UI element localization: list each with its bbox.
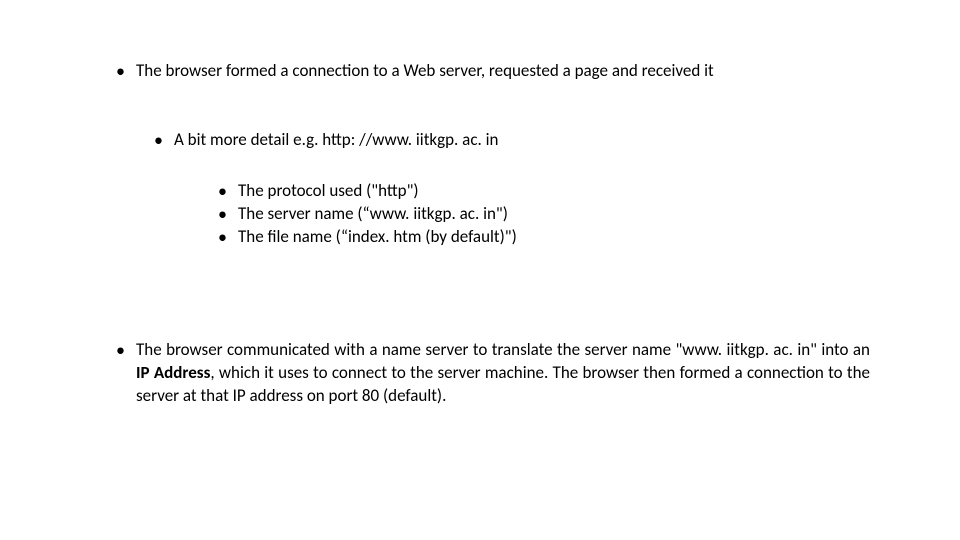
bullet-server-text: The server name (“www. iitkgp. ac. in"): [238, 203, 508, 224]
bullet-2-post: , which it uses to connect to the server…: [136, 362, 870, 406]
bullet-detail-text: A bit more detail e.g. http: //www. iitk…: [174, 129, 499, 150]
bullet-2-pre: The browser communicated with a name ser…: [136, 339, 870, 360]
bullet-protocol-text: The protocol used ("http"): [238, 180, 419, 201]
bullet-main-2: The browser communicated with a name ser…: [112, 339, 870, 408]
bullet-server: The server name (“www. iitkgp. ac. in"): [214, 203, 870, 226]
bullet-main-1: The browser formed a connection to a Web…: [112, 60, 870, 83]
bullet-1-text: The browser formed a connection to a Web…: [136, 60, 714, 81]
bullet-2-text: The browser communicated with a name ser…: [136, 339, 870, 408]
bullet-filename-text: The file name (“index. htm (by default)"…: [238, 226, 517, 247]
bullet-detail: A bit more detail e.g. http: //www. iitk…: [150, 129, 870, 152]
ip-address-bold: IP Address: [136, 362, 210, 383]
bullet-filename: The file name (“index. htm (by default)"…: [214, 226, 870, 249]
bullet-protocol: The protocol used ("http"): [214, 180, 870, 203]
